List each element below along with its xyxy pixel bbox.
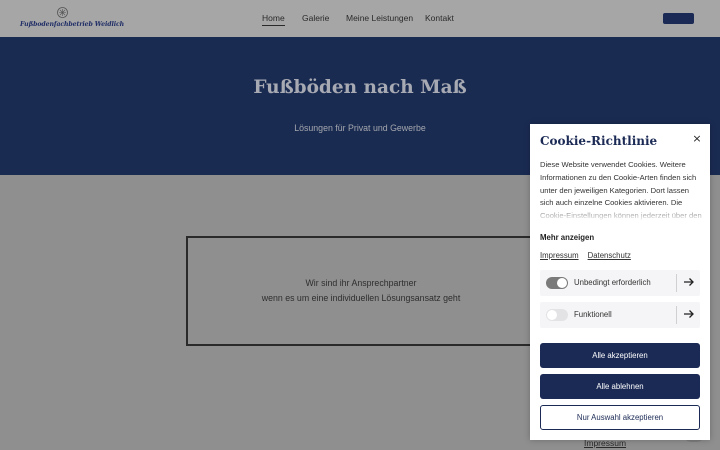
divider [676,274,677,292]
functional-toggle[interactable] [546,309,568,321]
logo-emblem-icon [57,7,68,18]
cookie-title: Cookie-Richtlinie [540,134,658,148]
site-header: Fußbodenfachbetrieb Weidlich Home Galeri… [0,0,720,37]
hero-title: Fußböden nach Maß [253,77,467,98]
contact-box: Wir sind ihr Ansprechpartner wenn es um … [186,236,532,346]
toggle-knob [557,278,567,288]
category-label: Unbedingt erforderlich [574,278,651,287]
accept-all-button[interactable]: Alle akzeptieren [540,343,700,368]
cookie-dialog: Cookie-Richtlinie × Diese Website verwen… [530,124,710,440]
category-functional: Funktionell [540,302,700,328]
toggle-knob [547,310,557,320]
necessary-toggle[interactable] [546,277,568,289]
arrow-right-icon[interactable] [682,307,696,321]
site-logo[interactable]: Fußbodenfachbetrieb Weidlich [20,7,124,31]
arrow-right-icon[interactable] [682,275,696,289]
contact-line-2: wenn es um eine individuellen Lösungsans… [261,293,461,303]
nav-item-leistungen[interactable]: Meine Leistungen [346,13,413,23]
category-label: Funktionell [574,310,612,319]
show-more-link[interactable]: Mehr anzeigen [540,233,594,242]
impressum-link[interactable]: Impressum [540,251,579,260]
nav-item-kontakt[interactable]: Kontakt [425,13,454,23]
close-icon[interactable]: × [690,132,704,146]
divider [676,306,677,324]
accept-selection-button[interactable]: Nur Auswahl akzeptieren [540,405,700,430]
nav-item-galerie[interactable]: Galerie [302,13,329,23]
reject-all-button[interactable]: Alle ablehnen [540,374,700,399]
nav-item-home[interactable]: Home [262,13,285,26]
contact-line-1: Wir sind ihr Ansprechpartner [305,278,417,288]
cookie-links: Impressum Datenschutz [540,251,631,260]
header-action-button[interactable] [663,13,694,24]
category-necessary: Unbedingt erforderlich [540,270,700,296]
datenschutz-link[interactable]: Datenschutz [588,251,631,260]
text-fade-overlay [540,204,702,222]
logo-text: Fußbodenfachbetrieb Weidlich [20,21,125,28]
